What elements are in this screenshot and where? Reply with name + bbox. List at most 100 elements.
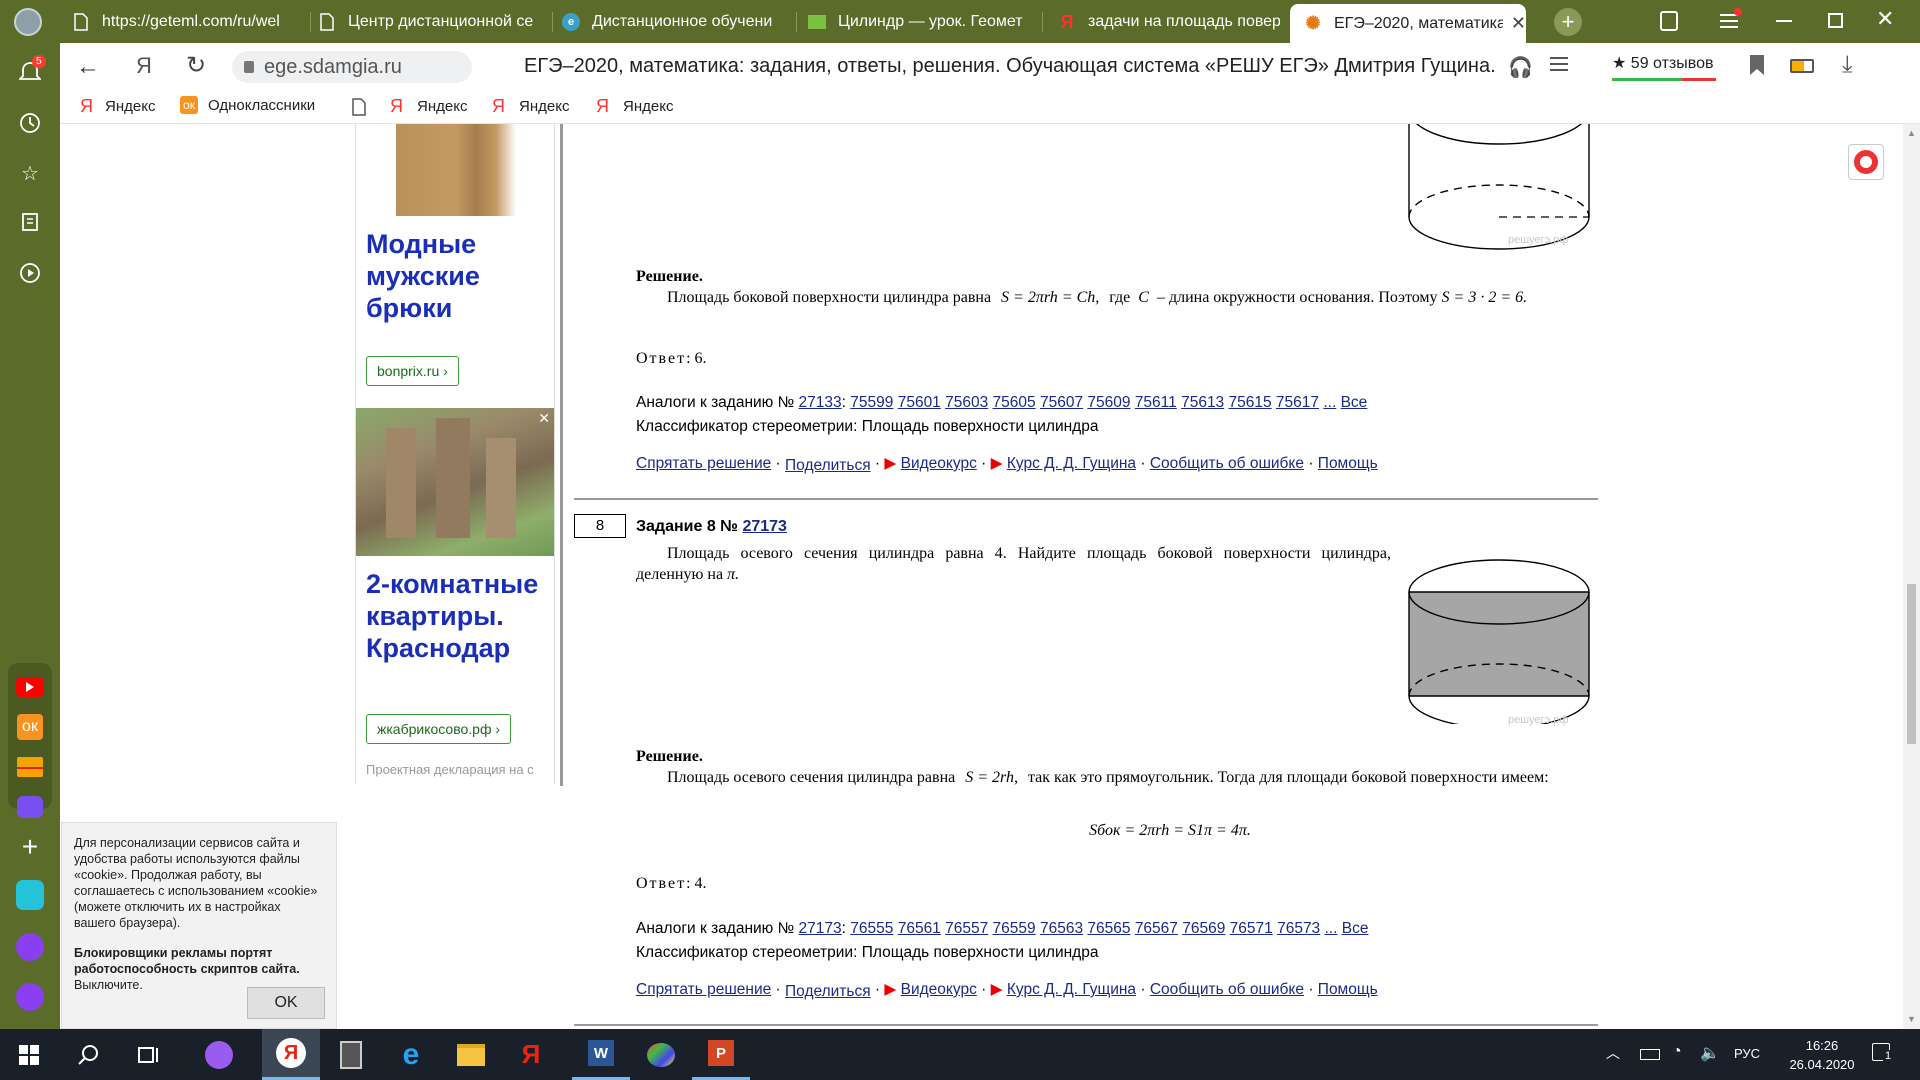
history-icon[interactable] <box>16 109 44 137</box>
tabs-icon[interactable] <box>1660 11 1678 31</box>
search-icon[interactable] <box>60 1029 118 1080</box>
report-error-link[interactable]: Сообщить об ошибке <box>1150 981 1304 998</box>
task-id-link[interactable]: 27173 <box>742 518 787 535</box>
bookmark-ok[interactable]: ок Одноклассники <box>180 96 315 114</box>
help-link[interactable]: Помощь <box>1318 981 1378 998</box>
analog-task-link[interactable]: 76557 <box>945 920 988 937</box>
cookie-ok-button[interactable]: OK <box>247 987 325 1019</box>
more-link[interactable]: ... <box>1325 920 1338 937</box>
hide-solution-link[interactable]: Спрятать решение <box>636 455 771 472</box>
bookmark-yandex[interactable]: Я Яндекс <box>80 96 155 117</box>
yandex-icon[interactable]: Я <box>502 1029 560 1080</box>
analog-task-link[interactable]: 76555 <box>850 920 893 937</box>
ad-image-pants[interactable] <box>356 124 554 216</box>
battery-icon[interactable] <box>1790 59 1814 73</box>
scrollbar-thumb[interactable] <box>1907 584 1916 744</box>
analog-task-link[interactable]: 75607 <box>1040 394 1083 411</box>
paint-icon[interactable] <box>632 1029 690 1080</box>
address-field[interactable]: ege.sdamgia.ru <box>232 51 472 83</box>
odnoklassniki-icon[interactable]: ок <box>16 713 44 741</box>
analog-task-link[interactable]: 75611 <box>1135 394 1177 411</box>
report-error-link[interactable]: Сообщить об ошибке <box>1150 455 1304 472</box>
bookmark-icon[interactable] <box>1750 55 1764 75</box>
bookmark-page[interactable] <box>352 98 366 121</box>
hide-solution-link[interactable]: Спрятать решение <box>636 981 771 998</box>
analog-task-link[interactable]: 75601 <box>898 394 941 411</box>
analog-task-link[interactable]: 76561 <box>898 920 941 937</box>
messenger-icon[interactable] <box>16 793 44 821</box>
calculator-icon[interactable] <box>322 1029 380 1080</box>
analog-task-link[interactable]: 76565 <box>1087 920 1130 937</box>
wifi-icon[interactable]: ◔ <box>1672 1043 1682 1061</box>
analog-task-link[interactable]: 75613 <box>1181 394 1224 411</box>
bookmark-yandex-2[interactable]: Я Яндекс <box>390 96 467 117</box>
tab-distance[interactable]: e Дистанционное обучени <box>562 4 784 40</box>
all-link[interactable]: Все <box>1342 920 1369 937</box>
close-icon[interactable]: ✕ <box>538 410 550 427</box>
ad-button[interactable]: жкабрикосово.рф › <box>366 714 512 744</box>
classifier-link[interactable]: Площадь поверхности цилиндра <box>862 418 1099 435</box>
word-icon[interactable]: W <box>572 1029 630 1080</box>
course-link[interactable]: Курс Д. Д. Гущина <box>1007 455 1136 472</box>
analog-task-link[interactable]: 76567 <box>1135 920 1178 937</box>
ad-title[interactable]: Модные мужские брюки <box>366 228 516 324</box>
analog-task-link[interactable]: 76571 <box>1230 920 1273 937</box>
yandex-browser-icon[interactable]: Я <box>262 1029 320 1080</box>
ad-button[interactable]: bonprix.ru › <box>366 356 459 386</box>
scroll-up-arrow[interactable]: ▲ <box>1907 128 1916 138</box>
analog-task-link[interactable]: 76559 <box>993 920 1036 937</box>
download-icon[interactable]: ⤓ <box>1842 51 1853 79</box>
minimize-button[interactable] <box>1776 20 1792 22</box>
tray-chevron-icon[interactable]: ︿ <box>1606 1043 1620 1063</box>
close-window-button[interactable]: ✕ <box>1876 6 1894 32</box>
share-link[interactable]: Поделиться <box>785 983 871 1000</box>
send-icon[interactable] <box>16 880 44 910</box>
classifier-link[interactable]: Площадь поверхности цилиндра <box>862 944 1099 961</box>
menu-icon[interactable] <box>1720 8 1742 30</box>
task-view-icon[interactable] <box>120 1029 178 1080</box>
edge-icon[interactable]: e <box>382 1029 440 1080</box>
tab-geteml[interactable]: https://geteml.com/ru/wel <box>72 4 304 40</box>
ad-image-buildings[interactable]: ✕ <box>356 408 554 556</box>
alice-icon[interactable] <box>16 933 44 961</box>
back-button[interactable]: ← <box>76 53 100 81</box>
bell-icon[interactable]: 5 <box>16 55 46 87</box>
tab-search[interactable]: Я задачи на площадь повер <box>1058 4 1280 40</box>
yandex-home-icon[interactable]: Я <box>136 53 152 79</box>
page-scrollbar[interactable]: ▲ ▼ <box>1903 124 1920 1029</box>
analog-task-link[interactable]: 75605 <box>993 394 1036 411</box>
share-link[interactable]: Поделиться <box>785 457 871 474</box>
course-link[interactable]: Курс Д. Д. Гущина <box>1007 981 1136 998</box>
start-button[interactable] <box>0 1029 58 1080</box>
browser-avatar[interactable] <box>14 8 42 36</box>
notifications-icon[interactable]: 1 <box>1872 1043 1894 1062</box>
language-indicator[interactable]: РУС <box>1734 1046 1760 1061</box>
tab-ege-active[interactable]: ✺ ЕГЭ–2020, математика ✕ <box>1290 4 1526 43</box>
volume-icon[interactable]: 🔈 <box>1700 1043 1720 1063</box>
help-link[interactable]: Помощь <box>1318 455 1378 472</box>
maximize-button[interactable] <box>1828 13 1843 28</box>
analog-task-link[interactable]: 75617 <box>1276 394 1319 411</box>
youtube-icon[interactable] <box>16 673 44 701</box>
ad-title[interactable]: 2-комнатные квартиры. Краснодар <box>366 568 548 664</box>
bookmark-yandex-3[interactable]: Я Яндекс <box>492 96 569 117</box>
new-tab-button[interactable]: + <box>1554 8 1582 36</box>
tab-center[interactable]: Центр дистанционной се <box>318 4 544 40</box>
task-id-link[interactable]: 27173 <box>799 920 842 937</box>
battery-icon[interactable] <box>1640 1049 1660 1060</box>
video-course-link[interactable]: Видеокурс <box>901 981 977 998</box>
bookmark-yandex-4[interactable]: Я Яндекс <box>596 96 673 117</box>
reload-icon[interactable]: ↻ <box>186 51 206 80</box>
reader-icon[interactable] <box>1550 57 1568 73</box>
video-course-link[interactable]: Видеокурс <box>901 455 977 472</box>
analog-task-link[interactable]: 75603 <box>945 394 988 411</box>
assistant-icon[interactable] <box>16 983 44 1011</box>
close-icon[interactable]: ✕ <box>1511 13 1526 34</box>
reviews-widget[interactable]: ★ 59 отзывов <box>1612 53 1718 81</box>
more-link[interactable]: ... <box>1323 394 1336 411</box>
all-link[interactable]: Все <box>1341 394 1368 411</box>
mail-icon[interactable] <box>16 753 44 781</box>
analog-task-link[interactable]: 75615 <box>1229 394 1272 411</box>
help-lifebuoy-icon[interactable] <box>1848 144 1884 180</box>
analog-task-link[interactable]: 75599 <box>850 394 893 411</box>
